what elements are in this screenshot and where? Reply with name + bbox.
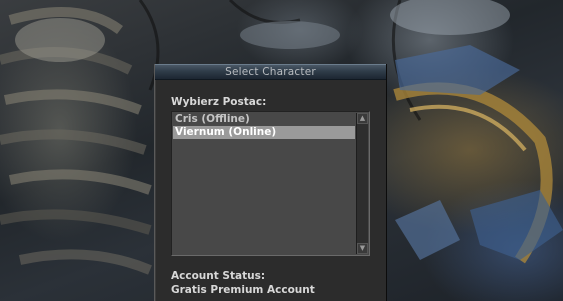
character-list-scrollbar[interactable]: ▲ ▼	[356, 113, 368, 254]
character-list[interactable]: Cris (Offline) Viernum (Online) ▲ ▼	[171, 111, 370, 256]
account-status-value: Gratis Premium Account	[171, 284, 315, 296]
character-list-item-selected[interactable]: Viernum (Online)	[173, 126, 355, 139]
account-status-label: Account Status:	[171, 270, 266, 282]
arrow-down-icon[interactable]: ▼	[357, 243, 368, 254]
character-prompt-label: Wybierz Postac:	[171, 96, 267, 108]
dialog-title: Select Character	[225, 66, 316, 78]
character-list-item[interactable]: Cris (Offline)	[173, 113, 355, 126]
select-character-dialog: Select Character Wybierz Postac: Cris (O…	[154, 64, 387, 301]
dialog-titlebar[interactable]: Select Character	[155, 64, 386, 80]
arrow-up-icon[interactable]: ▲	[357, 113, 368, 124]
